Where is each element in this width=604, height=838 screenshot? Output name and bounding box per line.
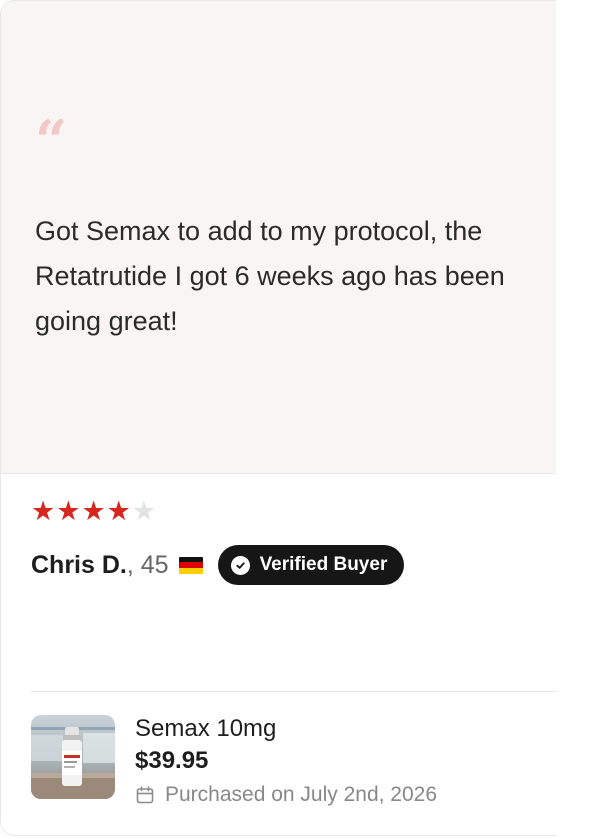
calendar-icon <box>136 786 154 804</box>
star-rating: ★ ★ ★ ★ ★ <box>31 498 156 525</box>
star-filled-icon: ★ <box>106 496 131 526</box>
star-filled-icon: ★ <box>81 496 106 526</box>
reviewer-info: Chris D. , 45 Verified Buyer <box>31 545 405 585</box>
review-card: “ Got Semax to add to my protocol, the R… <box>0 0 556 836</box>
quote-mark-icon: “ <box>35 108 67 174</box>
star-filled-icon: ★ <box>56 496 81 526</box>
star-empty-icon: ★ <box>131 496 157 526</box>
star-filled-icon: ★ <box>31 496 56 526</box>
verified-buyer-badge: Verified Buyer <box>217 545 405 585</box>
quote-panel: “ Got Semax to add to my protocol, the R… <box>1 1 556 474</box>
purchase-date-text: Purchased on July 2nd, 2026 <box>165 783 438 806</box>
reviewer-name: Chris D. <box>31 550 127 579</box>
verified-buyer-label: Verified Buyer <box>259 554 388 575</box>
check-circle-icon <box>230 555 250 575</box>
reviewer-age: , 45 <box>126 550 169 579</box>
product-image[interactable] <box>31 715 115 799</box>
product-name[interactable]: Semax 10mg <box>135 715 276 743</box>
review-text: Got Semax to add to my protocol, the Ret… <box>35 216 505 336</box>
germany-flag-icon <box>178 556 203 574</box>
product-price: $39.95 <box>135 747 209 774</box>
divider <box>31 691 556 692</box>
purchase-date: Purchased on July 2nd, 2026 <box>135 783 437 807</box>
